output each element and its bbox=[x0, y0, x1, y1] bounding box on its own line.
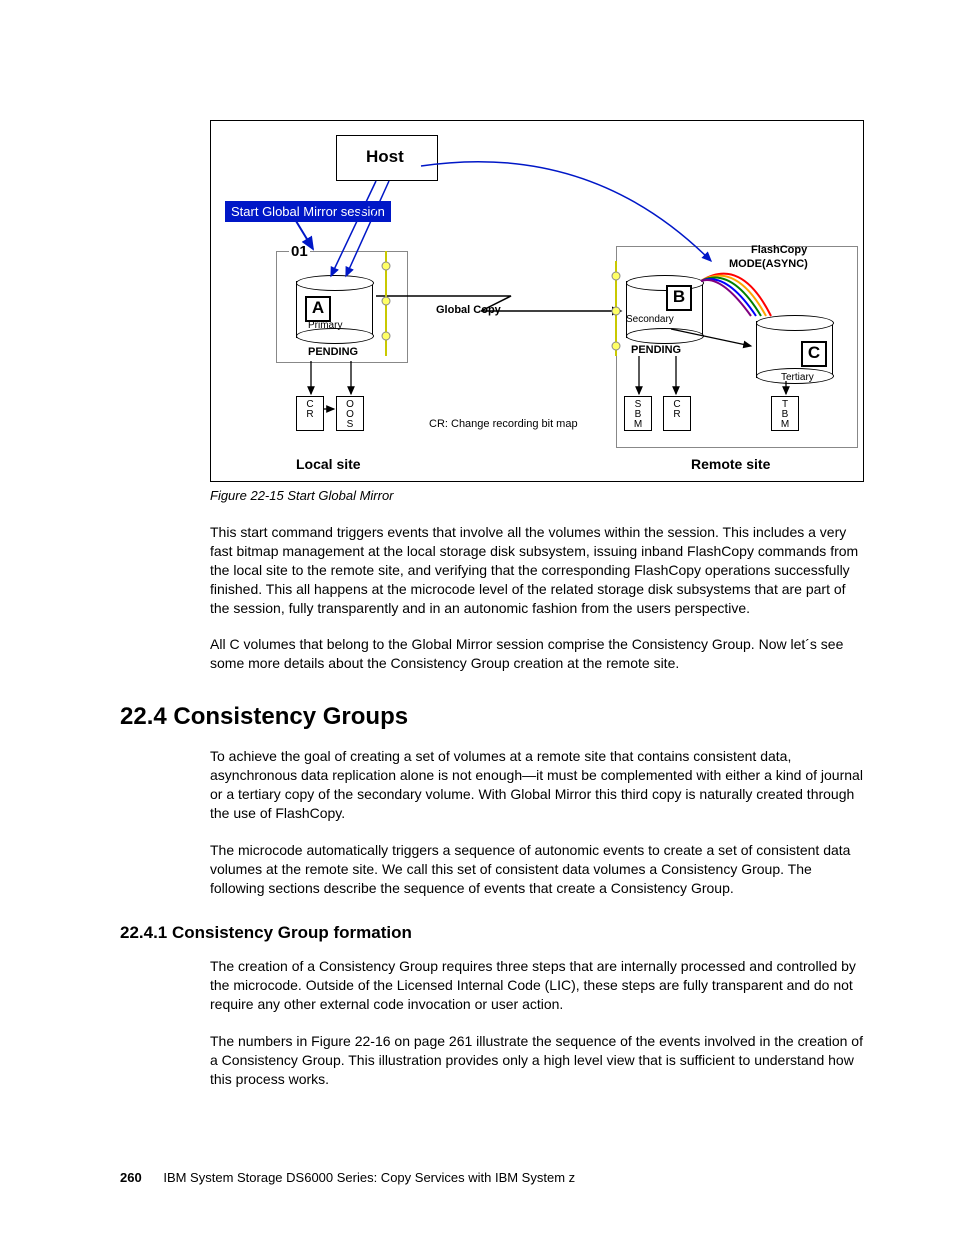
page-number: 260 bbox=[120, 1170, 142, 1185]
secondary-label: Secondary bbox=[626, 315, 674, 325]
cr-box-local: C R bbox=[296, 396, 324, 431]
cr-box-remote: C R bbox=[663, 396, 691, 431]
start-global-mirror-label: Start Global Mirror session bbox=[225, 201, 391, 222]
paragraph-5: The creation of a Consistency Group requ… bbox=[210, 957, 864, 1014]
volume-b: B bbox=[666, 285, 692, 311]
paragraph-2: All C volumes that belong to the Global … bbox=[210, 635, 864, 673]
figure-22-15: Host Start Global Mirror session 01 A Pr… bbox=[210, 120, 864, 482]
paragraph-1: This start command triggers events that … bbox=[210, 523, 864, 617]
global-copy-label: Global Copy bbox=[436, 304, 501, 316]
paragraph-4: The microcode automatically triggers a s… bbox=[210, 841, 864, 898]
mode-async-label: MODE(ASYNC) bbox=[729, 258, 808, 270]
local-site: Local site bbox=[296, 456, 361, 472]
host-label: Host bbox=[366, 147, 404, 167]
sbm-box: S B M bbox=[624, 396, 652, 431]
remote-site: Remote site bbox=[691, 456, 770, 472]
flashcopy-label: FlashCopy bbox=[751, 244, 807, 256]
pending-a: PENDING bbox=[308, 346, 358, 358]
volume-a: A bbox=[305, 296, 331, 322]
pending-b: PENDING bbox=[631, 344, 681, 356]
step-01: 01 bbox=[289, 243, 310, 260]
page-footer: 260 IBM System Storage DS6000 Series: Co… bbox=[120, 1170, 575, 1185]
tertiary-label: Tertiary bbox=[781, 373, 814, 383]
section-heading-22-4: 22.4 Consistency Groups bbox=[120, 703, 864, 731]
paragraph-6: The numbers in Figure 22-16 on page 261 … bbox=[210, 1032, 864, 1089]
oos-box: O O S bbox=[336, 396, 364, 431]
volume-c: C bbox=[801, 341, 827, 367]
paragraph-3: To achieve the goal of creating a set of… bbox=[210, 747, 864, 823]
tbm-box: T B M bbox=[771, 396, 799, 431]
subsection-heading-22-4-1: 22.4.1 Consistency Group formation bbox=[120, 923, 864, 943]
primary-label: Primary bbox=[308, 321, 342, 331]
footer-title: IBM System Storage DS6000 Series: Copy S… bbox=[163, 1170, 575, 1185]
figure-caption: Figure 22-15 Start Global Mirror bbox=[210, 488, 864, 503]
cr-note: CR: Change recording bit map bbox=[429, 419, 578, 430]
